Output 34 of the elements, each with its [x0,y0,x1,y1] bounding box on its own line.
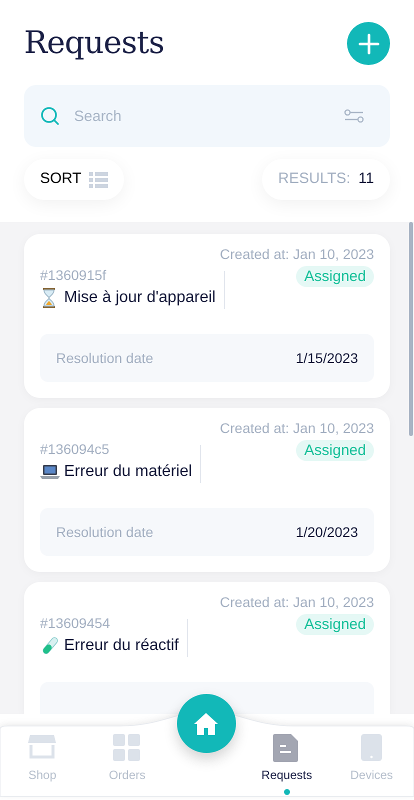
request-title: Erreur du matériel [64,462,192,482]
resolution-label: Resolution date [56,522,154,542]
request-id: #13609454 [40,614,112,633]
created-date: Created at: Jan 10, 2023 [218,593,374,612]
list-icon [89,172,108,188]
created-date: Created at: Jan 10, 2023 [218,245,374,264]
resolution-date: 1/20/2023 [296,522,358,542]
results-count: 11 [358,169,374,190]
nav-tab[interactable]: Requests [252,734,322,795]
request-title: Mise à jour d'appareil [64,288,216,308]
request-id: #1360915f [40,266,108,285]
grid-icon [113,734,142,762]
filter-icon [344,109,364,123]
status-badge: Assigned [296,440,374,461]
results-label: RESULTS: [278,169,350,190]
status-badge: Assigned [296,614,374,635]
request-card[interactable]: Created at: Jan 10, 2023 #13609454 Erreur du réactif Assigned [24,582,390,714]
laptop-icon [40,462,60,482]
search-icon [40,106,60,126]
request-title: Erreur du réactif [64,636,179,656]
resolution-label: Resolution date [56,348,154,368]
sort-button[interactable]: SORT [24,159,124,200]
resolution-date: 1/15/2023 [296,348,358,368]
home-icon [193,712,220,736]
created-date: Created at: Jan 10, 2023 [218,419,374,438]
plus-icon [358,32,380,54]
request-id: #136094c5 [40,440,110,459]
request-card[interactable]: Created at: Jan 10, 2023 #136094c5 Erreur du matériel Assigned Resolution date 1/20/2023 [24,408,390,572]
status-badge: Assigned [296,266,374,287]
page-title: Requests [24,24,164,62]
add-button[interactable] [347,22,390,65]
document-icon [272,734,301,762]
request-card[interactable]: Created at: Jan 10, 2023 #1360915f Mise à jour d'appareil Assigned Resolution date 1/15/2023 [24,234,390,398]
search-field[interactable]: Search [24,85,390,147]
